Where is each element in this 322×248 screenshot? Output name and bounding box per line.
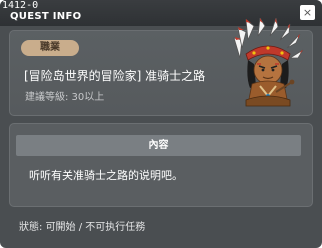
- content-description: 听听有关准骑士之路的说明吧。: [29, 169, 183, 182]
- job-badge: 職業: [21, 40, 79, 56]
- quest-name: [冒险岛世界的冒险家] 准骑士之路: [24, 69, 206, 83]
- content-header: 內容: [16, 135, 301, 156]
- quest-info-window: 1412-0 QUEST INFO × 職業 [冒险岛世界的冒险家] 准骑士之路…: [0, 0, 322, 248]
- close-icon: ×: [302, 6, 313, 19]
- content-panel: 內容 听听有关准骑士之路的说明吧。: [9, 123, 313, 207]
- window-id-label: 1412-0: [2, 0, 39, 11]
- recommended-level: 建議等級: 30以上: [25, 92, 105, 103]
- quest-status: 狀態: 可開始 / 不可执行任務: [19, 222, 146, 233]
- window-title: QUEST INFO: [10, 11, 82, 22]
- feather-headdress: [233, 18, 304, 61]
- native-chief-npc-icon: [233, 18, 304, 107]
